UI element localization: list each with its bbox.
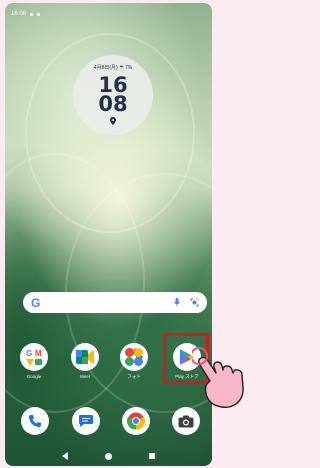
google-folder-icon: G M xyxy=(20,343,48,371)
clock-date: 4月8日(月) ☂ 7% xyxy=(93,65,133,71)
mic-icon[interactable] xyxy=(174,298,180,307)
app-label: Meet xyxy=(79,374,90,379)
lens-icon[interactable] xyxy=(190,298,199,307)
dock-camera[interactable] xyxy=(172,407,200,435)
phone-screen: 16:08 4月8日(月) ☂ 7% 16 08 G G M Google Me… xyxy=(5,3,212,466)
app-label: フォト xyxy=(127,374,141,379)
status-time: 16:08 xyxy=(11,11,27,17)
meet-icon xyxy=(71,343,99,371)
app-google-folder[interactable]: G M Google xyxy=(19,343,49,379)
notification-icon xyxy=(37,12,41,16)
pointing-hand-icon xyxy=(192,347,244,409)
dock-chrome[interactable] xyxy=(122,407,150,435)
app-label: Google xyxy=(26,374,42,379)
location-icon xyxy=(30,12,34,16)
dock-messages[interactable] xyxy=(72,407,100,435)
chrome-icon xyxy=(127,412,145,430)
google-logo-icon: G xyxy=(31,295,41,310)
dock-phone[interactable] xyxy=(21,407,49,435)
svg-text:G: G xyxy=(26,349,32,358)
svg-text:M: M xyxy=(35,349,42,358)
app-photos[interactable]: フォト xyxy=(119,343,149,380)
photos-icon xyxy=(120,343,148,371)
messages-icon xyxy=(79,415,93,427)
clock-widget[interactable]: 4月8日(月) ☂ 7% 16 08 xyxy=(73,55,153,135)
navigation-bar xyxy=(5,446,212,466)
recent-apps-icon[interactable] xyxy=(149,453,156,459)
clock-minute: 08 xyxy=(98,92,128,116)
status-bar: 16:08 xyxy=(11,11,41,17)
phone-icon xyxy=(29,415,41,427)
google-search-bar[interactable]: G xyxy=(23,292,207,313)
location-pin-icon xyxy=(110,117,116,125)
home-icon[interactable] xyxy=(104,452,112,460)
app-meet[interactable]: Meet xyxy=(70,343,100,379)
camera-icon xyxy=(178,415,194,427)
back-icon[interactable] xyxy=(61,452,68,460)
